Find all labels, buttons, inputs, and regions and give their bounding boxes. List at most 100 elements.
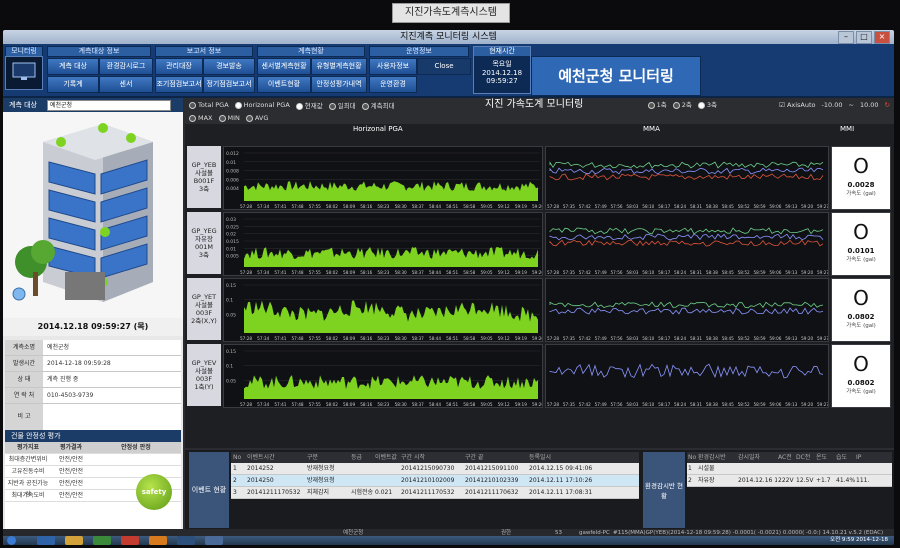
axis3-radio[interactable]: 3축: [697, 98, 717, 112]
mma-series-line: [549, 301, 824, 309]
app-icon[interactable]: [121, 536, 139, 545]
close-button[interactable]: Close: [417, 58, 471, 75]
pga-xtick: 59:19: [515, 336, 527, 341]
pga-chart: 0.012 0.01 0.008 0.006 0.004 57:28 57:34 57:41 5…: [223, 146, 544, 210]
pga-xtick: 58:23: [377, 336, 389, 341]
total-pga-radio[interactable]: Total PGA: [189, 101, 229, 109]
pga-xtick: 57:48: [292, 402, 304, 407]
pga-xtick: 58:02: [326, 336, 338, 341]
mma-xtick: 58:59: [753, 270, 765, 275]
mma-xtick: 59:27: [817, 336, 828, 341]
ie-icon[interactable]: [37, 536, 55, 545]
pga-ytick: 0.012: [226, 151, 239, 157]
target-button[interactable]: 계측 대상: [47, 58, 99, 75]
refresh-icon[interactable]: ↻: [885, 98, 890, 112]
mma-xtick: 57:49: [595, 270, 607, 275]
sensor-row: GP_YEG 자유장 001M 3축 0.03 0.025 0.02 0.015 0.01 0.0…: [185, 212, 894, 276]
info-key: 연 락 처: [5, 388, 43, 403]
event-row[interactable]: 1 2014252 방재청요청 20141215090730 2014121509110…: [231, 463, 639, 475]
mma-xtick: 58:17: [658, 270, 670, 275]
group-status-head: 계측현황: [257, 46, 365, 57]
axis2-radio[interactable]: 2축: [672, 98, 692, 112]
mmi-unit: 가속도 (gal): [846, 257, 876, 263]
env-log-button[interactable]: 환경감시로그: [99, 58, 153, 75]
pga-xtick: 57:48: [292, 204, 304, 209]
recorder-button[interactable]: 기록계: [47, 76, 99, 93]
type-status-button[interactable]: 유형별계측현황: [311, 58, 367, 75]
event-row[interactable]: 3 20141211170532 지체감지 시험전송 0.021 201412111705…: [231, 487, 639, 499]
user-info-button[interactable]: 사용자정보: [369, 58, 417, 75]
mma-chart-svg: 0.05757:2857:3557:4257:4957:5658:0358:10…: [532, 346, 829, 407]
pga-xtick: 59:05: [480, 336, 492, 341]
mma-chart: 0.05757:2857:3557:4257:4957:5658:0358:10…: [532, 344, 829, 408]
mma-xtick: 57:28: [547, 270, 559, 275]
mma-xtick: 57:42: [579, 270, 591, 275]
left-panel: 계측 대상 예천군청 2014.12.18 09:59:27 (목) 계측소명 …: [3, 98, 183, 545]
mma-xtick: 58:03: [626, 402, 638, 407]
explorer-icon[interactable]: [205, 536, 223, 545]
pga-chart: 0.15 0.1 0.05 57:28 57:34 57:41 57:48 57:55 58:0…: [223, 344, 544, 408]
env-row[interactable]: 1 시설물: [687, 463, 892, 475]
event-status-button[interactable]: 이벤트현황: [257, 76, 311, 93]
pga-xtick: 58:51: [446, 336, 458, 341]
maximize-button[interactable]: □: [856, 31, 872, 44]
monitor-app-icon[interactable]: [177, 536, 195, 545]
current-value-radio[interactable]: 현재값: [295, 100, 323, 110]
pga-xtick: 57:34: [257, 336, 269, 341]
minimize-button[interactable]: –: [838, 31, 854, 44]
min-radio[interactable]: MIN: [218, 114, 240, 122]
media-icon[interactable]: [93, 536, 111, 545]
mma-xtick: 57:42: [579, 204, 591, 209]
stability-history-button[interactable]: 안정성평가내역: [311, 76, 367, 93]
pga-ytick: 0.15: [226, 283, 236, 289]
pga-ytick: 0.025: [226, 224, 239, 230]
daily-max-radio[interactable]: 일최대: [328, 100, 356, 110]
mma-xtick: 57:56: [611, 270, 623, 275]
pga-chart: 0.03 0.025 0.02 0.015 0.01 0.005 57:28 57:34 57:…: [223, 212, 544, 276]
close-window-button[interactable]: ×: [874, 31, 890, 44]
sensor-label: GP_YEB 사설볼 B001F 3축: [187, 146, 221, 208]
pga-xtick: 58:30: [395, 270, 407, 275]
pga-xtick: 58:37: [412, 336, 424, 341]
horizonal-pga-radio[interactable]: Horizonal PGA: [234, 101, 290, 109]
pga-xtick: 57:48: [292, 270, 304, 275]
info-key: 발생시간: [5, 356, 43, 371]
safety-evaluation: 건물 안정성 평가 평가지표 평가결과 안정성 판정 최대층간변위비 안전/안전 …: [5, 430, 181, 540]
event-row[interactable]: 2 2014250 방재청요청 20141210102009 2014121010233…: [231, 475, 639, 487]
pga-ytick: 0.015: [226, 239, 239, 245]
alert-send-button[interactable]: 경보발송: [203, 58, 255, 75]
sensor-button[interactable]: 센서: [99, 76, 153, 93]
early-report-button[interactable]: 조기점검보고서: [155, 76, 203, 93]
axis1-radio[interactable]: 1축: [647, 98, 667, 112]
regular-report-button[interactable]: 정기점검보고서: [203, 76, 255, 93]
avg-radio[interactable]: AVG: [245, 114, 268, 122]
start-button-icon[interactable]: [7, 536, 16, 545]
rss-icon[interactable]: [149, 536, 167, 545]
monitor-icon[interactable]: [5, 56, 43, 90]
pga-xtick: 59:05: [480, 204, 492, 209]
sensor-label: GP_YEV 사설볼 003F 1축(Y): [187, 344, 221, 406]
ledger-button[interactable]: 관리대장: [155, 58, 203, 75]
cumulative-max-radio[interactable]: 계측최대: [361, 100, 395, 110]
target-select[interactable]: 예천군청: [47, 99, 171, 111]
stat-bar: MAX MIN AVG: [185, 112, 894, 124]
sensor-status-button[interactable]: 센서별계측현황: [257, 58, 311, 75]
sensor-row: GP_YEB 사설볼 B001F 3축 0.012 0.01 0.008 0.006 0.004…: [185, 146, 894, 210]
range-min[interactable]: -10.00: [822, 98, 843, 112]
info-value-notes[interactable]: [43, 404, 181, 430]
env-row[interactable]: 2자유장2014.12.16 17:00222V12.5V+1.741.4%11…: [687, 475, 892, 487]
site-info-table: 계측소명 예천군청 발생시간 2014-12-18 09:59:28 상 태 계측 진…: [5, 340, 181, 431]
ops-env-button[interactable]: 운영환경: [369, 76, 417, 93]
pga-ytick: 0.05: [226, 378, 236, 384]
mma-xtick: 58:45: [722, 402, 734, 407]
pga-xtick: 58:02: [326, 402, 338, 407]
range-max[interactable]: 10.00: [860, 98, 879, 112]
folder-icon[interactable]: [65, 536, 83, 545]
pga-xtick: 59:12: [498, 270, 510, 275]
max-radio[interactable]: MAX: [189, 114, 213, 122]
mmi-box: O 0.0101 가속도 (gal): [831, 212, 891, 276]
axisauto-checkbox[interactable]: ☑ AxisAuto: [779, 98, 815, 112]
mma-series-line: [549, 239, 824, 247]
mma-xtick: 58:38: [706, 402, 718, 407]
mma-xtick: 57:49: [595, 336, 607, 341]
